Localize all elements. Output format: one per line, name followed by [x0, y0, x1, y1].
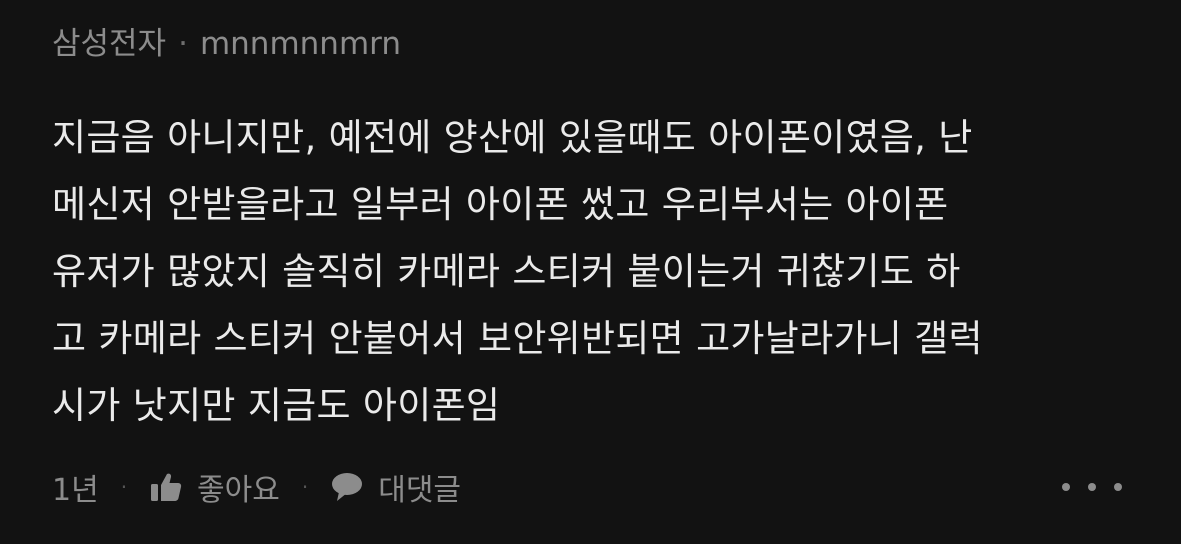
more-dots-icon — [1114, 483, 1122, 491]
comment-line: 시가 낫지만 지금도 아이폰임 — [52, 384, 501, 427]
comment-meta: 삼성전자 · mnnmnnmrn — [52, 18, 1152, 70]
footer-separator: · — [301, 475, 309, 499]
meta-separator: · — [178, 26, 188, 62]
more-dots-icon — [1088, 483, 1096, 491]
more-dots-icon — [1062, 483, 1070, 491]
reply-label: 대댓글 — [378, 473, 462, 508]
footer-separator: · — [120, 475, 128, 499]
like-button[interactable]: 좋아요 — [149, 465, 280, 509]
comment-card: 삼성전자 · mnnmnnmrn 지금음 아니지만, 예전에 양산에 있을때도 … — [52, 18, 1152, 439]
comment-line: 유저가 많았지 솔직히 카메라 스티커 붙이는거 귀찮기도 하 — [52, 250, 961, 293]
company-name[interactable]: 삼성전자 — [52, 18, 166, 70]
comment-body: 지금음 아니지만, 예전에 양산에 있을때도 아이폰이였음, 난 메신저 안받을… — [52, 104, 1152, 439]
speech-bubble-icon — [332, 473, 363, 501]
username[interactable]: mnnmnnmrn — [200, 18, 401, 70]
thumbs-up-icon — [151, 473, 182, 501]
comment-footer: 1년 · 좋아요 · 대댓글 — [52, 462, 1122, 512]
comment-line: 고 카메라 스티커 안붙어서 보안위반되면 고가날라가니 갤럭 — [52, 317, 983, 360]
like-label: 좋아요 — [197, 473, 280, 508]
reply-button[interactable]: 대댓글 — [330, 465, 461, 509]
comment-line: 지금음 아니지만, 예전에 양산에 있을때도 아이폰이였음, 난 — [52, 116, 973, 159]
timestamp: 1년 — [52, 473, 99, 508]
comment-line: 메신저 안받을라고 일부러 아이폰 썼고 우리부서는 아이폰 — [52, 183, 949, 226]
more-options-button[interactable] — [1062, 472, 1122, 502]
